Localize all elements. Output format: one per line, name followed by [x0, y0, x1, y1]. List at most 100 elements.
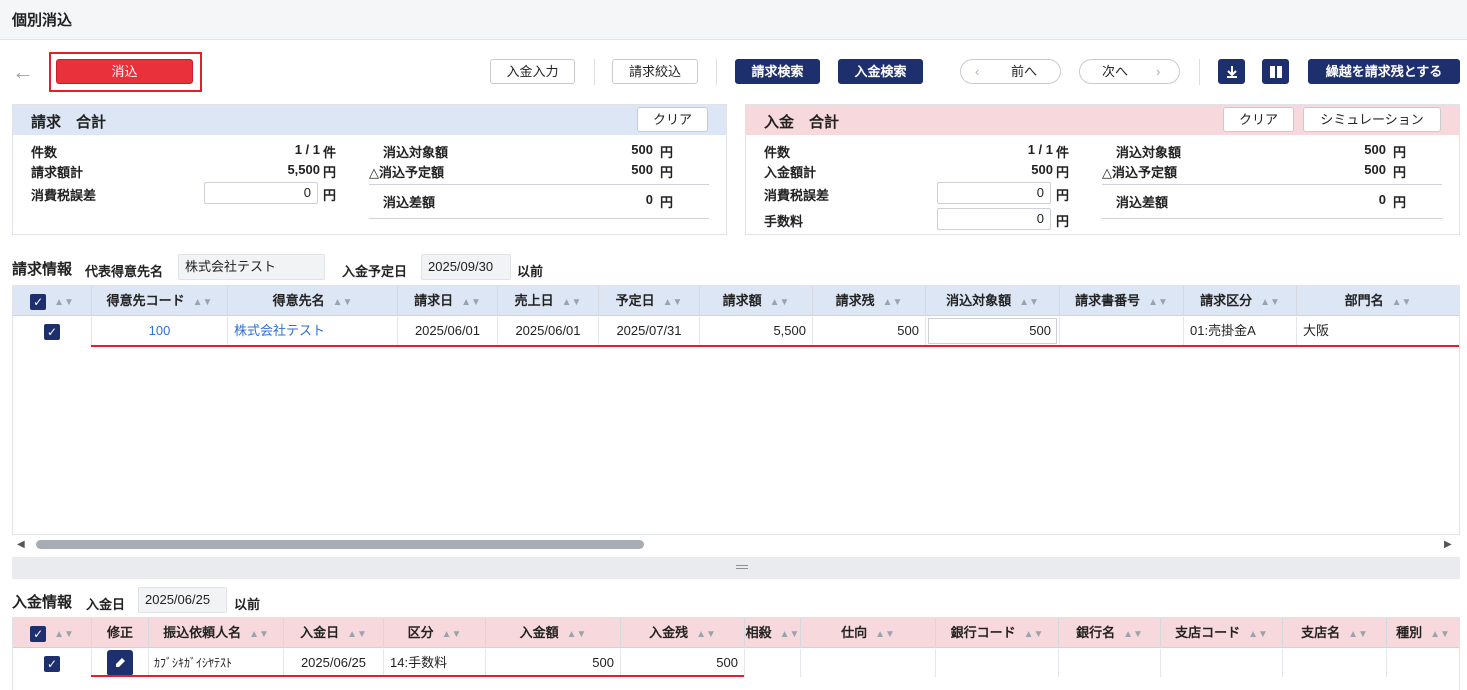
edit-icon[interactable] — [107, 649, 133, 676]
payment-tax-input[interactable]: 0 — [937, 182, 1051, 204]
payment-col-bank-name[interactable]: 銀行名 ▲▼ — [1059, 618, 1161, 648]
payment-diff-unit: 円 — [1393, 195, 1407, 210]
check-icon: ✓ — [30, 625, 47, 642]
scroll-left-icon[interactable]: ◀ — [17, 539, 25, 550]
sort-icon: ▲▼ — [875, 629, 895, 640]
sort-icon: ▲▼ — [1148, 297, 1168, 308]
sort-icon: ▲▼ — [249, 629, 269, 640]
payment-col-branch-name[interactable]: 支店名 ▲▼ — [1283, 618, 1387, 648]
invoice-col-code[interactable]: 得意先コード ▲▼ — [92, 286, 228, 316]
invoice-row-invoice-date: 2025/06/01 — [398, 317, 498, 345]
invoice-col-invoice-date[interactable]: 請求日 ▲▼ — [398, 286, 498, 316]
invoice-target-input[interactable]: 500 — [928, 318, 1057, 344]
pane-splitter[interactable] — [12, 557, 1460, 579]
invoice-row-sales-date: 2025/06/01 — [498, 317, 599, 345]
payment-col-amount[interactable]: 入金額 ▲▼ — [486, 618, 621, 648]
invoice-filter-button[interactable]: 請求絞込 — [612, 59, 698, 84]
toolbar-divider — [1199, 59, 1200, 85]
invoice-row-checkbox[interactable]: ✓ — [13, 317, 92, 345]
divider — [369, 184, 709, 185]
invoice-row-name[interactable]: 株式会社テスト — [228, 317, 398, 345]
due-date-suffix: 以前 — [517, 264, 544, 279]
payment-row-branch-name — [1283, 649, 1387, 677]
invoice-col-amount[interactable]: 請求額 ▲▼ — [700, 286, 813, 316]
sort-icon: ▲▼ — [192, 297, 213, 308]
payment-search-button[interactable]: 入金検索 — [838, 59, 923, 84]
invoice-diff-value: 0 — [645, 192, 653, 207]
scroll-right-icon[interactable]: ▶ — [1444, 539, 1452, 550]
invoice-col-name[interactable]: 得意先名 ▲▼ — [228, 286, 398, 316]
invoice-tax-label: 消費税誤差 — [31, 188, 97, 203]
customer-field[interactable]: 株式会社テスト — [178, 254, 325, 280]
invoice-col-target[interactable]: 消込対象額 ▲▼ — [926, 286, 1060, 316]
invoice-tax-input[interactable]: 0 — [204, 182, 318, 204]
column-layout-icon[interactable] — [1262, 59, 1289, 84]
invoice-col-remaining[interactable]: 請求残 ▲▼ — [813, 286, 926, 316]
payment-col-requester[interactable]: 振込依頼人名 ▲▼ — [149, 618, 284, 648]
payment-summary-panel: 入金 合計 クリア シミュレーション 件数 1 / 1 件 入金額計 500 円… — [745, 104, 1460, 235]
check-icon: ✓ — [44, 323, 60, 340]
apply-button[interactable]: 消込 — [56, 59, 193, 84]
payment-diff-label: 消込差額 — [1116, 195, 1169, 210]
payment-planned-value: 500 — [1364, 162, 1386, 177]
payment-fee-input[interactable]: 0 — [937, 208, 1051, 230]
prev-button[interactable]: ‹ 前へ — [960, 59, 1061, 84]
payment-target-value: 500 — [1364, 142, 1386, 157]
payment-col-type[interactable]: 種別 ▲▼ — [1387, 618, 1459, 648]
payment-row-category: 14:手数料 — [384, 649, 486, 677]
invoice-summary-title: 請求 合計 — [31, 114, 107, 131]
payment-col-offset[interactable]: 相殺 ▲▼ — [745, 618, 801, 648]
invoice-row-due-date: 2025/07/31 — [599, 317, 700, 345]
sort-icon: ▲▼ — [882, 297, 903, 308]
title-bar — [0, 0, 1467, 40]
toolbar-divider — [594, 59, 595, 85]
sort-icon: ▲▼ — [769, 297, 790, 308]
sort-icon: ▲▼ — [561, 297, 582, 308]
invoice-col-dept[interactable]: 部門名 ▲▼ — [1297, 286, 1459, 316]
payment-date-field[interactable]: 2025/06/25 — [138, 587, 227, 613]
payment-summary-title: 入金 合計 — [764, 114, 840, 131]
payment-row-requester: ｶﾌﾞｼｷｶﾞｲｼﾔﾃｽﾄ — [149, 649, 284, 677]
sort-icon: ▲▼ — [347, 629, 367, 640]
payment-col-remaining[interactable]: 入金残 ▲▼ — [621, 618, 745, 648]
payment-col-branch-code[interactable]: 支店コード ▲▼ — [1161, 618, 1283, 648]
payment-header-checkbox[interactable]: ✓ ▲▼ — [13, 618, 92, 648]
carryover-button[interactable]: 繰越を請求残とする — [1308, 59, 1460, 84]
sort-icon: ▲▼ — [332, 297, 353, 308]
invoice-col-due-date[interactable]: 予定日 ▲▼ — [599, 286, 700, 316]
payment-count-label: 件数 — [764, 145, 791, 160]
next-button[interactable]: 次へ › — [1079, 59, 1180, 84]
toolbar-divider — [716, 59, 717, 85]
payment-grid: ✓ ▲▼ 修正 振込依頼人名 ▲▼ 入金日 ▲▼ 区分 ▲▼ 入金額 ▲▼ 入金残 ▲▼ 相… — [12, 617, 1460, 690]
next-label: 次へ — [1102, 64, 1129, 79]
invoice-header-checkbox[interactable]: ✓ ▲▼ — [13, 286, 92, 316]
payment-col-destination[interactable]: 仕向 ▲▼ — [801, 618, 936, 648]
invoice-grid: ✓ ▲▼ 得意先コード ▲▼ 得意先名 ▲▼ 請求日 ▲▼ 売上日 ▲▼ 予定日 ▲▼ 請求… — [12, 285, 1460, 535]
payment-col-date[interactable]: 入金日 ▲▼ — [284, 618, 384, 648]
invoice-search-button[interactable]: 請求検索 — [735, 59, 820, 84]
row-highlight-underline — [91, 345, 1459, 347]
invoice-col-number[interactable]: 請求書番号 ▲▼ — [1060, 286, 1184, 316]
payment-col-bank-code[interactable]: 銀行コード ▲▼ — [936, 618, 1059, 648]
payment-col-category[interactable]: 区分 ▲▼ — [384, 618, 486, 648]
invoice-total-value: 5,500 — [287, 162, 320, 177]
payment-clear-button[interactable]: クリア — [1223, 107, 1294, 132]
due-date-field[interactable]: 2025/09/30 — [421, 254, 511, 280]
invoice-count-unit: 件 — [323, 145, 337, 160]
invoice-row-code[interactable]: 100 — [92, 317, 228, 345]
sort-icon: ▲▼ — [779, 629, 800, 640]
simulation-button[interactable]: シミュレーション — [1303, 107, 1441, 132]
payment-input-button[interactable]: 入金入力 — [490, 59, 575, 84]
payment-row-checkbox[interactable]: ✓ — [13, 649, 92, 677]
invoice-planned-unit: 円 — [660, 165, 674, 180]
invoice-col-category[interactable]: 請求区分 ▲▼ — [1184, 286, 1297, 316]
scroll-thumb[interactable] — [36, 540, 644, 549]
payment-count-unit: 件 — [1056, 145, 1070, 160]
back-arrow-icon[interactable]: ← — [12, 60, 38, 84]
payment-diff-value: 0 — [1378, 192, 1386, 207]
invoice-clear-button[interactable]: クリア — [637, 107, 708, 132]
page-title: 個別消込 — [12, 12, 73, 29]
invoice-row-number — [1060, 317, 1184, 345]
download-icon[interactable] — [1218, 59, 1245, 84]
invoice-col-sales-date[interactable]: 売上日 ▲▼ — [498, 286, 599, 316]
